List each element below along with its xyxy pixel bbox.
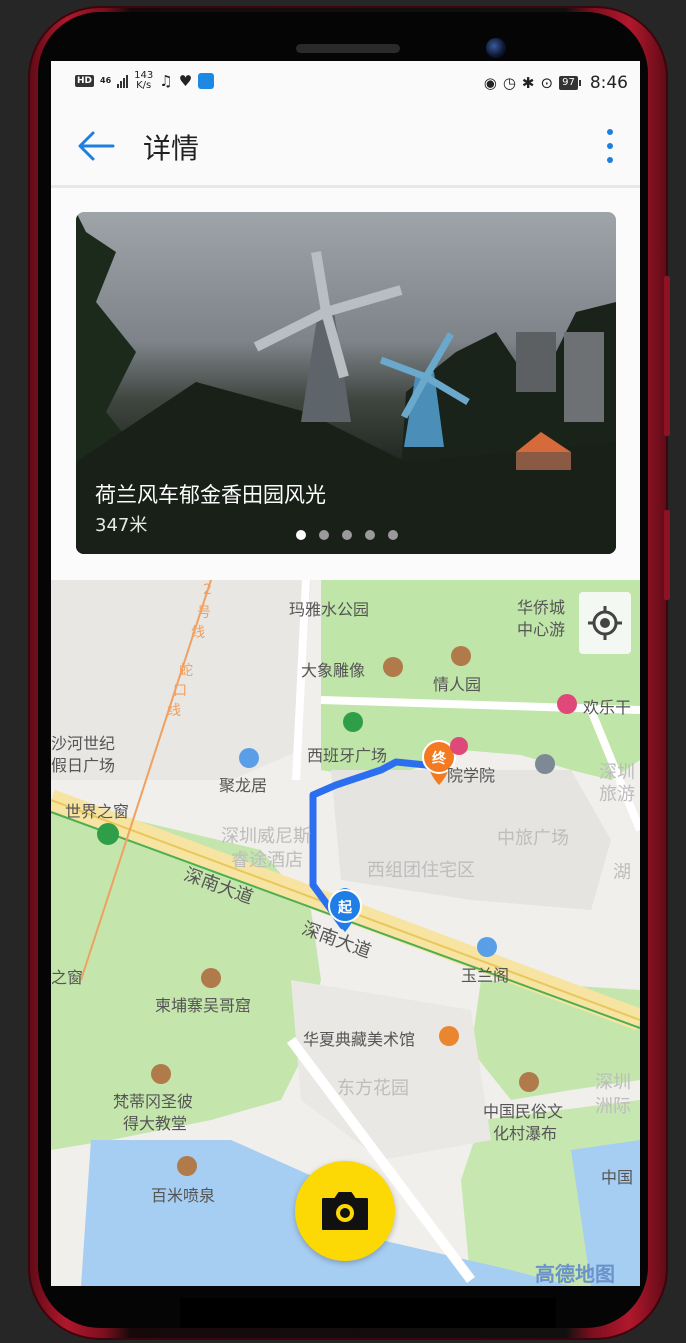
metro-line-char-4: 蛇 bbox=[179, 663, 193, 679]
map-label-sz-right-1: 深圳 bbox=[595, 1072, 631, 1093]
music-icon: ♫ bbox=[159, 72, 173, 90]
map-label-window-world: 世界之窗 bbox=[65, 802, 130, 821]
locate-button[interactable] bbox=[579, 592, 631, 654]
crosshair-icon bbox=[588, 606, 622, 640]
metro-line-char-6: 线 bbox=[167, 703, 181, 719]
eye-icon: ◉ bbox=[483, 74, 497, 92]
map-label-yulange: 玉兰阁 bbox=[461, 966, 510, 985]
power-button bbox=[664, 510, 670, 600]
network-type: 46 bbox=[100, 76, 112, 85]
map-view[interactable]: 玛雅水公园 华侨城 中心游 大象雕像 情人园 欢乐干 沙河世纪 假日广场 西班牙… bbox=[51, 580, 640, 1286]
carousel-dot[interactable] bbox=[296, 530, 306, 540]
map-label-happy-valley: 欢乐干 bbox=[583, 698, 632, 717]
metro-line-char-2: 号 bbox=[197, 605, 211, 621]
map-label-dongfang: 东方花园 bbox=[337, 1078, 409, 1099]
volume-button bbox=[664, 276, 670, 436]
map-label-china: 中国 bbox=[601, 1168, 634, 1187]
map-label-fountain: 百米喷泉 bbox=[151, 1186, 216, 1205]
map-label-cambodia: 柬埔寨吴哥窟 bbox=[155, 996, 252, 1015]
place-title: 荷兰风车郁金香田园风光 bbox=[95, 483, 326, 507]
battery-level: 97 bbox=[559, 76, 581, 90]
hd-indicator: HD bbox=[75, 75, 95, 87]
screen: HD 46 143 K/s ♫ ♥ ◉ ◷ ✱ ⊙ 97 8:46 详情 荷兰风… bbox=[51, 61, 640, 1286]
more-options-icon[interactable] bbox=[606, 129, 614, 163]
map-label-sz-right-2: 洲际 bbox=[595, 1096, 631, 1117]
map-label-lover-garden: 情人园 bbox=[433, 675, 482, 694]
map-label-huaqiao-sub: 中心游 bbox=[517, 620, 566, 639]
bottom-bar bbox=[180, 1298, 556, 1328]
signal-icon bbox=[117, 74, 129, 88]
bluetooth-icon: ✱ bbox=[521, 74, 535, 92]
carousel-dot[interactable] bbox=[319, 530, 329, 540]
net-speed-unit: K/s bbox=[136, 80, 152, 91]
map-label-window-edge: 之窗 bbox=[51, 968, 84, 987]
metro-line-char-5: 口 bbox=[173, 683, 187, 699]
carousel-dot[interactable] bbox=[342, 530, 352, 540]
map-label-venice-1: 深圳威尼斯 bbox=[221, 826, 311, 847]
map-label-lake: 湖 bbox=[613, 862, 631, 883]
map-label-julongju: 聚龙居 bbox=[219, 776, 268, 795]
place-distance: 347米 bbox=[95, 515, 148, 536]
map-label-folk-2: 化村瀑布 bbox=[493, 1124, 558, 1143]
net-speed: 143 K/s bbox=[134, 71, 153, 91]
map-label-shahe-1: 沙河世纪 bbox=[51, 734, 116, 753]
app-icon bbox=[198, 73, 215, 89]
map-label-sz-travel-2: 旅游 bbox=[599, 784, 635, 805]
map-label-venice-2: 睿途酒店 bbox=[231, 850, 303, 871]
map-label-academy: 院学院 bbox=[447, 766, 496, 785]
map-label-spain-square: 西班牙广场 bbox=[307, 746, 388, 765]
map-label-zhonglv: 中旅广场 bbox=[497, 828, 569, 849]
start-marker-label: 起 bbox=[338, 900, 352, 916]
map-label-huaqiao: 华侨城 bbox=[517, 598, 566, 617]
health-heart-icon: ♥ bbox=[178, 72, 193, 90]
map-provider-logo: 高德地图 bbox=[535, 1262, 615, 1286]
clock: 8:46 bbox=[589, 73, 628, 93]
map-label-huaxia: 华夏典藏美术馆 bbox=[303, 1030, 416, 1049]
map-label-vatican-2: 得大教堂 bbox=[123, 1114, 188, 1133]
end-marker-label: 终 bbox=[432, 751, 446, 767]
alarm-icon: ◷ bbox=[502, 74, 516, 92]
camera-icon bbox=[322, 1192, 368, 1230]
metro-line-char-3: 线 bbox=[191, 625, 205, 641]
map-label-elephant: 大象雕像 bbox=[301, 661, 366, 680]
map-label-vatican-1: 梵蒂冈圣彼 bbox=[113, 1092, 194, 1111]
earpiece-speaker bbox=[296, 44, 400, 53]
back-arrow-icon[interactable] bbox=[77, 129, 115, 163]
location-icon: ⊙ bbox=[540, 74, 554, 92]
front-camera-lens bbox=[486, 38, 506, 58]
carousel-indicator bbox=[296, 530, 398, 540]
map-label-xizu: 西组团住宅区 bbox=[367, 860, 475, 881]
map-label-shahe-2: 假日广场 bbox=[51, 756, 116, 775]
camera-button[interactable] bbox=[295, 1161, 395, 1261]
page-title: 详情 bbox=[143, 132, 200, 165]
map-label-maya-park: 玛雅水公园 bbox=[289, 600, 370, 619]
metro-line-char-1: 2 bbox=[203, 582, 212, 598]
status-bar: HD 46 143 K/s ♫ ♥ ◉ ◷ ✱ ⊙ 97 8:46 bbox=[51, 61, 640, 107]
photo-carousel[interactable]: 荷兰风车郁金香田园风光 347米 bbox=[76, 212, 616, 554]
carousel-dot[interactable] bbox=[388, 530, 398, 540]
app-bar: 详情 bbox=[51, 107, 640, 188]
carousel-dot[interactable] bbox=[365, 530, 375, 540]
map-label-folk-1: 中国民俗文 bbox=[483, 1102, 564, 1121]
